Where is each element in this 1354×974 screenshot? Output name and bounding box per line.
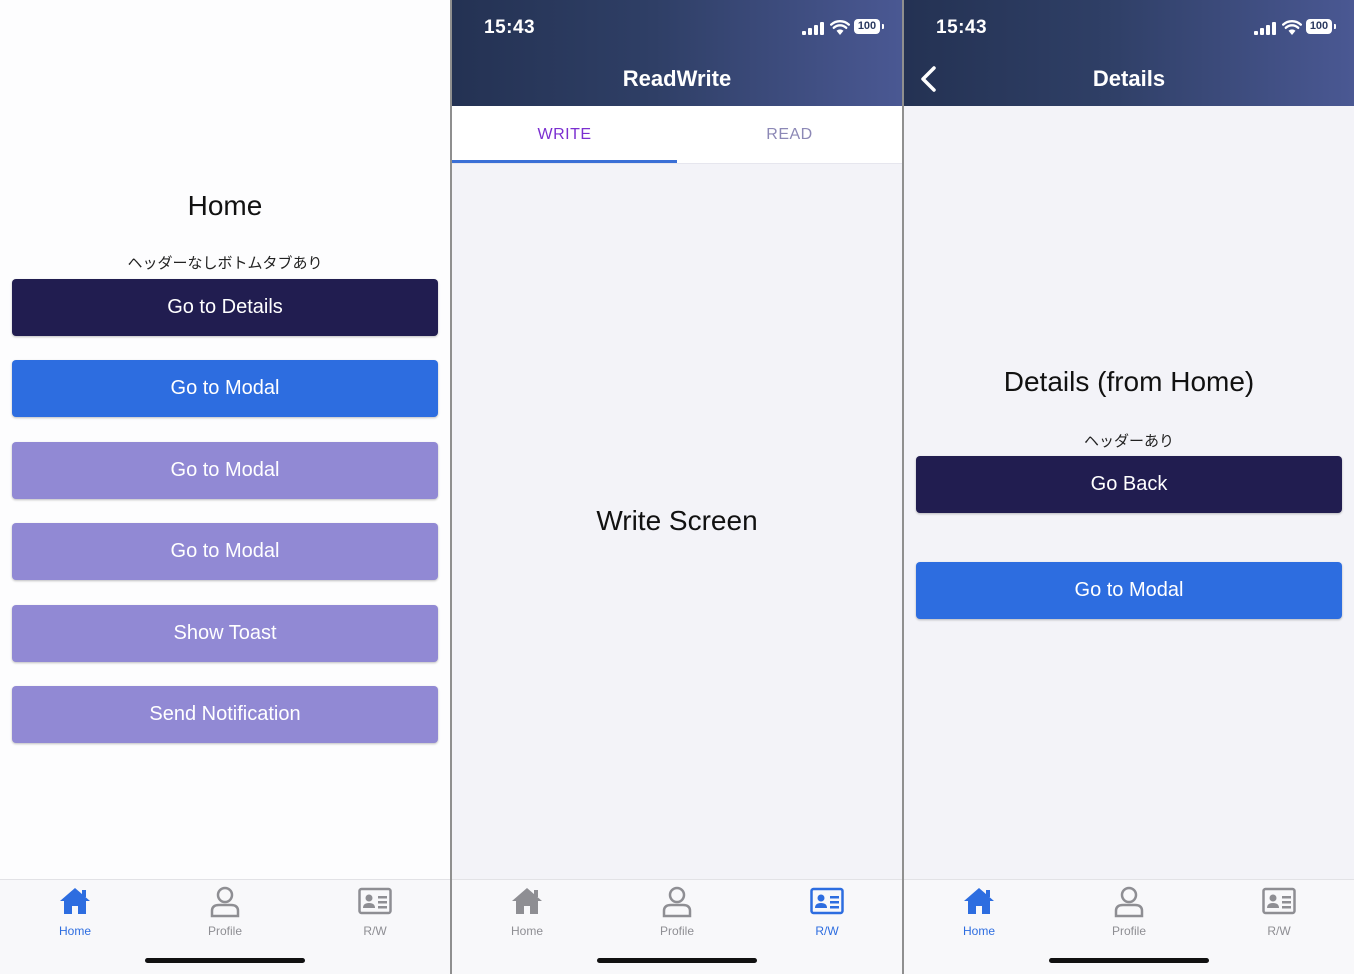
house-icon: [60, 888, 90, 914]
go-to-modal-button-2[interactable]: Go to Modal: [12, 442, 438, 499]
status-time: 15:43: [936, 17, 988, 38]
status-icons: 100: [1254, 18, 1338, 38]
top-tabs: WRITE READ: [452, 106, 902, 164]
tab-profile-label: Profile: [659, 924, 694, 938]
house-icon: [512, 888, 542, 914]
status-icons: 100: [802, 18, 886, 38]
wifi-icon: [1282, 20, 1302, 35]
tab-profile[interactable]: Profile: [150, 880, 300, 950]
tab-home-label: Home: [58, 924, 91, 938]
details-screen: 15:43 100 Details Details (from Home) ヘッ…: [904, 0, 1354, 974]
tab-profile[interactable]: Profile: [1054, 880, 1204, 950]
readwrite-screen: 15:43 100 ReadWrite WRITE READ Write Scr…: [452, 0, 902, 974]
go-to-details-button[interactable]: Go to Details: [12, 279, 438, 336]
screen-content-text: Write Screen: [596, 505, 758, 536]
tab-indicator: [452, 160, 677, 163]
go-to-modal-button-3[interactable]: Go to Modal: [12, 523, 438, 580]
id-card-icon: [810, 887, 844, 915]
house-icon: [964, 888, 994, 914]
person-icon: [210, 886, 240, 918]
home-indicator: [1049, 958, 1209, 963]
page-subtitle: ヘッダーあり: [1083, 433, 1174, 450]
go-to-modal-button[interactable]: Go to Modal: [916, 562, 1342, 619]
page-subtitle: ヘッダーなしボトムタブあり: [127, 255, 323, 272]
tab-rw[interactable]: R/W: [1204, 880, 1354, 950]
tab-rw[interactable]: R/W: [752, 880, 902, 950]
nav-header: 15:43 100 Details: [904, 0, 1354, 106]
tab-rw-label: R/W: [1267, 924, 1291, 938]
tab-write[interactable]: WRITE: [452, 106, 677, 163]
tab-read[interactable]: READ: [677, 106, 902, 163]
tab-rw-label: R/W: [815, 924, 839, 938]
nav-header: 15:43 100 ReadWrite: [452, 0, 902, 106]
tab-home[interactable]: Home: [904, 880, 1054, 950]
battery-icon: 100: [1306, 19, 1336, 34]
header-title: Details: [1092, 66, 1166, 91]
tab-rw-label: R/W: [363, 924, 387, 938]
signal-icon: [802, 21, 826, 35]
signal-icon: [1254, 21, 1278, 35]
show-toast-button[interactable]: Show Toast: [12, 605, 438, 662]
page-title: Home: [187, 190, 263, 221]
status-time: 15:43: [484, 17, 536, 38]
tab-home[interactable]: Home: [452, 880, 602, 950]
tab-home-label: Home: [510, 924, 543, 938]
send-notification-button[interactable]: Send Notification: [12, 686, 438, 743]
page-title: Details (from Home): [1003, 366, 1255, 397]
tab-profile-label: Profile: [207, 924, 242, 938]
tab-home[interactable]: Home: [0, 880, 150, 950]
go-back-button[interactable]: Go Back: [916, 456, 1342, 513]
home-screen: Home ヘッダーなしボトムタブあり Go to Details Go to M…: [0, 0, 450, 974]
go-to-modal-button[interactable]: Go to Modal: [12, 360, 438, 417]
tab-rw[interactable]: R/W: [300, 880, 450, 950]
wifi-icon: [830, 20, 850, 35]
person-icon: [662, 886, 692, 918]
id-card-icon: [1262, 887, 1296, 915]
tab-home-label: Home: [962, 924, 995, 938]
home-indicator: [597, 958, 757, 963]
tab-profile[interactable]: Profile: [602, 880, 752, 950]
person-icon: [1114, 886, 1144, 918]
tab-profile-label: Profile: [1111, 924, 1146, 938]
header-title: ReadWrite: [622, 66, 732, 91]
id-card-icon: [358, 887, 392, 915]
home-indicator: [145, 958, 305, 963]
battery-icon: 100: [854, 19, 884, 34]
